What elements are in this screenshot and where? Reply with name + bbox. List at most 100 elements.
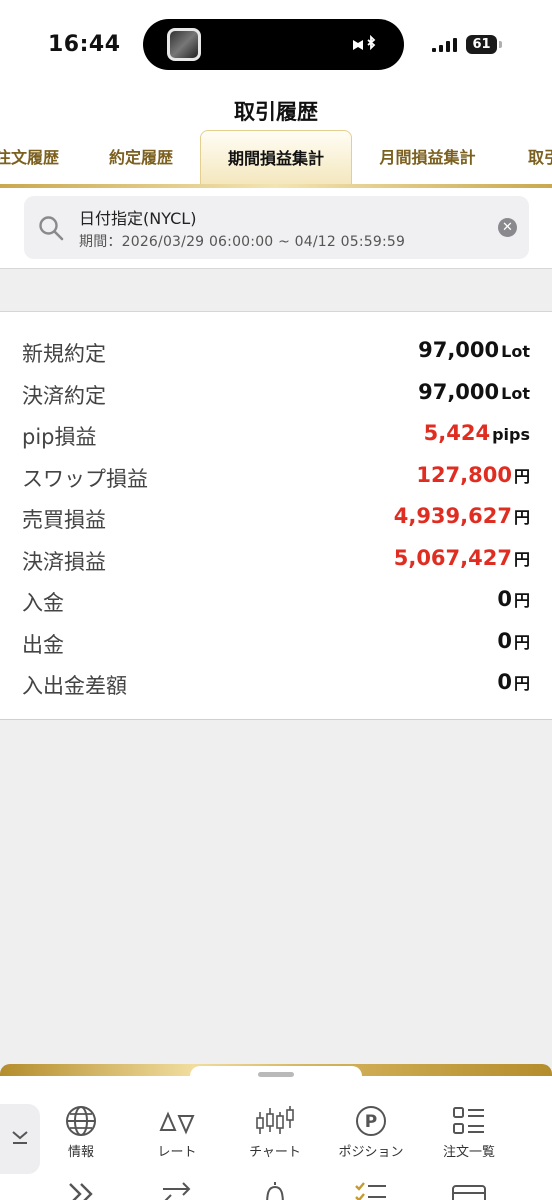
signal-icon bbox=[432, 38, 457, 52]
summary-unit: 円 bbox=[513, 466, 530, 486]
summary-unit: 円 bbox=[513, 674, 530, 693]
summary-value: 127,800 bbox=[416, 462, 512, 487]
summary-label: 新規約定 bbox=[22, 342, 106, 366]
pl-summary: 新規約定 97,000 Lot 決済約定 97,000 Lot pip損益 5,424 pips… bbox=[0, 312, 552, 720]
summary-value: 97,000 bbox=[418, 379, 500, 404]
search-icon bbox=[39, 216, 64, 241]
summary-unit: Lot bbox=[501, 342, 530, 361]
bottom-nav-panel: 情報 レート チャート P ポジション 注文一覧 bbox=[0, 1076, 552, 1200]
double-chevron-right-icon bbox=[69, 1183, 93, 1200]
position-p-icon: P bbox=[356, 1106, 386, 1136]
nav-chart-label: チャート bbox=[249, 1145, 301, 1160]
summary-unit: pips bbox=[492, 425, 530, 444]
swap-arrows-icon bbox=[163, 1182, 191, 1200]
summary-unit: 円 bbox=[513, 591, 530, 610]
nav-checklist[interactable] bbox=[326, 1180, 416, 1200]
summary-value-group: 97,000 Lot bbox=[418, 338, 530, 362]
tab-order-history[interactable]: 注文履歴 bbox=[0, 130, 68, 185]
summary-value: 0 bbox=[497, 628, 512, 653]
summary-label: 決済損益 bbox=[22, 549, 106, 574]
nav-position[interactable]: P ポジション bbox=[326, 1104, 416, 1164]
nav-alert[interactable] bbox=[230, 1180, 320, 1200]
chevron-down-icon bbox=[12, 1131, 28, 1144]
nav-more[interactable] bbox=[36, 1180, 126, 1200]
summary-row: 入出金差額 0 円 bbox=[0, 664, 552, 704]
filter-period: 期間：2026/03/29 06:00:00 ~ 04/12 05:59:59 bbox=[79, 234, 406, 250]
order-list-icon bbox=[453, 1107, 484, 1134]
summary-value: 97,000 bbox=[418, 338, 500, 362]
filter-title: 日付指定(NYCL) bbox=[79, 209, 197, 228]
summary-row: pip損益 5,424 pips bbox=[0, 415, 552, 455]
summary-row: 入金 0 円 bbox=[0, 581, 552, 621]
summary-row: 決済損益 5,067,427 円 bbox=[0, 540, 552, 580]
summary-label: 出金 bbox=[22, 632, 64, 657]
nav-order-list[interactable]: 注文一覧 bbox=[424, 1104, 514, 1164]
summary-value-group: 0円 bbox=[497, 629, 530, 653]
tab-monthly-pl-summary[interactable]: 月間損益集計 bbox=[365, 130, 490, 185]
header: 取引履歴 注文履歴 約定履歴 期間損益集計 月間損益集計 取引 bbox=[0, 90, 552, 189]
nav-info[interactable]: 情報 bbox=[36, 1104, 126, 1164]
card-icon bbox=[452, 1185, 486, 1200]
summary-label: 売買損益 bbox=[22, 508, 106, 532]
summary-value-group: 5,067,427 円 bbox=[394, 546, 530, 570]
nav-order-list-label: 注文一覧 bbox=[442, 1145, 495, 1160]
summary-value-group: 5,424 pips bbox=[424, 421, 530, 445]
section-divider bbox=[0, 268, 552, 312]
nav-card[interactable] bbox=[424, 1180, 514, 1200]
summary-value: 5,424 bbox=[423, 421, 491, 445]
tab-bar: 注文履歴 約定履歴 期間損益集計 月間損益集計 取引 bbox=[0, 130, 552, 189]
nav-chart[interactable]: チャート bbox=[230, 1104, 320, 1164]
status-time: 16:44 bbox=[48, 32, 121, 57]
summary-label: 入金 bbox=[22, 591, 64, 615]
page-title: 取引履歴 bbox=[234, 100, 318, 124]
globe-icon bbox=[66, 1106, 96, 1136]
tab-trade[interactable]: 取引 bbox=[520, 130, 552, 185]
battery-level: 61 bbox=[466, 35, 497, 54]
bluetooth-icon bbox=[353, 34, 376, 51]
bottom-nav: 情報 レート チャート P ポジション 注文一覧 bbox=[0, 1064, 552, 1200]
nav-transfer[interactable] bbox=[132, 1180, 222, 1200]
summary-value-group: 0円 bbox=[497, 670, 530, 694]
summary-value: 0 bbox=[497, 587, 512, 611]
summary-value-group: 127,800 円 bbox=[416, 463, 530, 487]
clear-icon[interactable]: ✕ bbox=[498, 218, 517, 237]
nav-info-label: 情報 bbox=[67, 1145, 94, 1160]
summary-label: 入出金差額 bbox=[22, 674, 127, 698]
collapse-menu-button[interactable] bbox=[0, 1104, 40, 1174]
summary-row: 出金 0 円 bbox=[0, 623, 552, 663]
summary-value-group: 4,939,627 円 bbox=[394, 504, 530, 528]
summary-row: 新規約定 97,000 Lot bbox=[0, 332, 552, 372]
summary-row: 売買損益 4,939,627 円 bbox=[0, 498, 552, 538]
battery-icon: 61 bbox=[466, 35, 502, 54]
checklist-icon bbox=[355, 1182, 386, 1200]
summary-value-group: 97,000 Lot bbox=[418, 380, 530, 404]
summary-unit: 円 bbox=[513, 508, 530, 527]
drawer-handle[interactable] bbox=[258, 1072, 294, 1077]
summary-unit: Lot bbox=[501, 383, 530, 403]
tab-period-pl-summary[interactable]: 期間損益集計 bbox=[200, 130, 352, 189]
nav-rate-label: レート bbox=[157, 1145, 197, 1160]
tab-execution-history[interactable]: 約定履歴 bbox=[95, 130, 187, 185]
dynamic-island bbox=[143, 19, 404, 70]
summary-label: pip損益 bbox=[22, 425, 97, 449]
summary-value: 4,939,627 bbox=[393, 504, 512, 528]
summary-value: 0 bbox=[497, 670, 512, 694]
summary-row: 決済約定 97,000 Lot bbox=[0, 374, 552, 414]
date-filter-field[interactable]: 日付指定(NYCL) 期間：2026/03/29 06:00:00 ~ 04/1… bbox=[24, 196, 529, 259]
app-thumbnail-icon bbox=[167, 28, 201, 61]
summary-row: スワップ損益 127,800 円 bbox=[0, 457, 552, 497]
summary-label: 決済約定 bbox=[22, 383, 106, 408]
rate-icon bbox=[159, 1111, 195, 1135]
svg-text:P: P bbox=[365, 1112, 377, 1132]
summary-unit: 円 bbox=[513, 549, 530, 569]
summary-value-group: 0円 bbox=[497, 587, 530, 611]
candlestick-chart-icon bbox=[256, 1106, 294, 1134]
summary-unit: 円 bbox=[513, 632, 530, 652]
nav-position-label: ポジション bbox=[338, 1145, 404, 1160]
nav-rate[interactable]: レート bbox=[132, 1104, 222, 1164]
status-bar: 16:44 61 bbox=[0, 0, 552, 90]
bell-icon bbox=[266, 1182, 284, 1200]
summary-value: 5,067,427 bbox=[393, 545, 512, 570]
summary-label: スワップ損益 bbox=[22, 466, 148, 491]
filter-area: 日付指定(NYCL) 期間：2026/03/29 06:00:00 ~ 04/1… bbox=[0, 188, 552, 268]
